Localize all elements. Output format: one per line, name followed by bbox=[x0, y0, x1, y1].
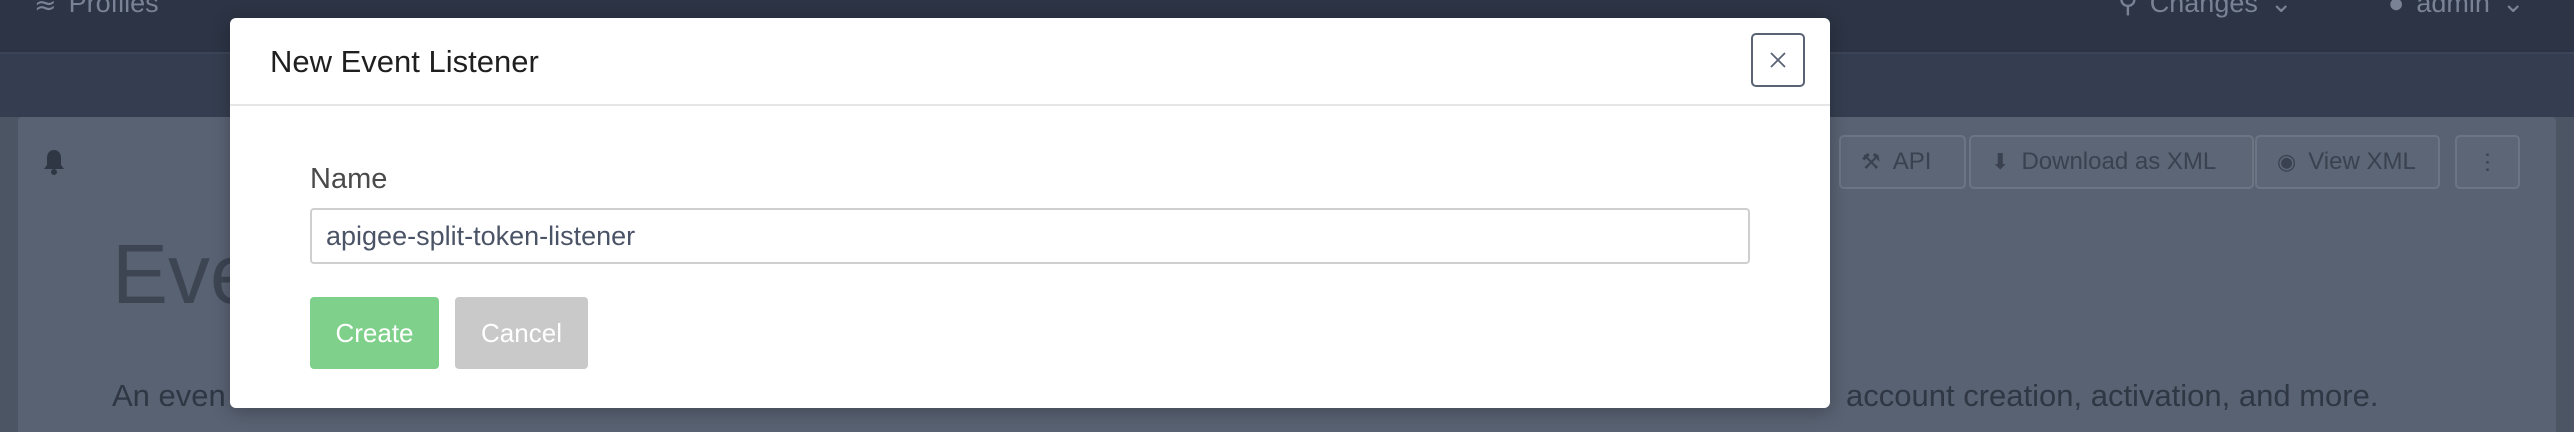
dialog-header: New Event Listener bbox=[230, 18, 1830, 106]
nav-item-profiles[interactable]: ≋ Profiles bbox=[34, 0, 159, 19]
more-options-button[interactable]: ⋮ bbox=[2455, 135, 2520, 189]
download-xml-button[interactable]: ⬇ Download as XML bbox=[1969, 135, 2254, 189]
nav-changes-label: Changes bbox=[2149, 0, 2258, 18]
page-description-start: An even bbox=[112, 378, 226, 413]
eye-icon: ◉ bbox=[2277, 149, 2297, 174]
create-button[interactable]: Create bbox=[310, 297, 439, 369]
cancel-button[interactable]: Cancel bbox=[455, 297, 588, 369]
name-input[interactable] bbox=[310, 208, 1750, 264]
dialog-title: New Event Listener bbox=[270, 44, 539, 79]
nav-item-changes[interactable]: ⚲ Changes ⌄ bbox=[2118, 0, 2293, 19]
wrench-icon: ⚒ bbox=[1861, 149, 1881, 174]
user-icon: ● bbox=[2388, 0, 2405, 18]
page-description-end: account creation, activation, and more. bbox=[1846, 378, 2379, 413]
nav-profiles-label: Profiles bbox=[68, 0, 159, 18]
more-vertical-icon: ⋮ bbox=[2476, 149, 2499, 174]
chevron-down-icon: ⌄ bbox=[2501, 0, 2525, 18]
close-icon bbox=[1770, 52, 1786, 68]
download-xml-label: Download as XML bbox=[2021, 148, 2217, 175]
layers-icon: ≋ bbox=[34, 0, 57, 18]
name-field-label: Name bbox=[310, 163, 388, 195]
bell-icon[interactable] bbox=[42, 148, 66, 176]
view-xml-label: View XML bbox=[2308, 148, 2416, 175]
api-button[interactable]: ⚒ API bbox=[1839, 135, 1966, 189]
api-button-label: API bbox=[1892, 148, 1932, 175]
nav-item-admin[interactable]: ● admin ⌄ bbox=[2388, 0, 2524, 19]
new-event-listener-dialog: New Event Listener Name Create Cancel bbox=[230, 18, 1830, 408]
chevron-down-icon: ⌄ bbox=[2269, 0, 2293, 18]
nav-admin-label: admin bbox=[2416, 0, 2490, 18]
close-button[interactable] bbox=[1751, 33, 1805, 87]
view-xml-button[interactable]: ◉ View XML bbox=[2255, 135, 2440, 189]
download-icon: ⬇ bbox=[1991, 149, 2010, 174]
pin-icon: ⚲ bbox=[2118, 0, 2138, 18]
